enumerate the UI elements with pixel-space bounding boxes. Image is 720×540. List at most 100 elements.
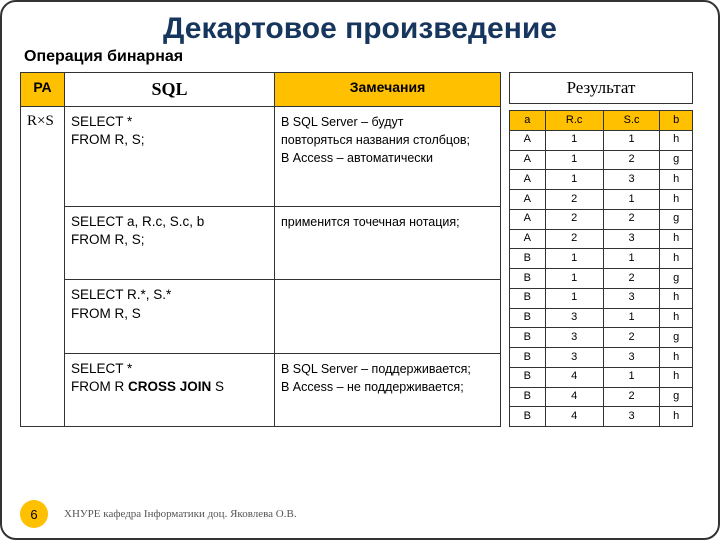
header-ra: РА	[21, 73, 65, 107]
result-cell: h	[660, 249, 693, 269]
result-cell: h	[660, 190, 693, 210]
result-cell: 4	[545, 407, 603, 427]
result-cell: 1	[545, 269, 603, 289]
result-cell: 3	[545, 308, 603, 328]
result-cell: 3	[603, 288, 660, 308]
result-row: A21h	[510, 190, 693, 210]
slide-frame: Декартовое произведение Операция бинарна…	[0, 0, 720, 540]
result-cell: 1	[545, 130, 603, 150]
header-notes: Замечания	[275, 73, 501, 107]
sql-cell: SELECT R.*, S.*FROM R, S	[65, 280, 275, 353]
result-row: A11h	[510, 130, 693, 150]
notes-cell: В SQL Server – поддерживается;В Access –…	[275, 353, 501, 426]
result-cell: B	[510, 348, 546, 368]
result-col-header: S.c	[603, 111, 660, 131]
result-cell: B	[510, 288, 546, 308]
result-cell: 2	[603, 209, 660, 229]
result-row: A22g	[510, 209, 693, 229]
result-cell: A	[510, 150, 546, 170]
result-cell: 2	[545, 209, 603, 229]
result-cell: B	[510, 367, 546, 387]
result-row: B12g	[510, 269, 693, 289]
notes-cell	[275, 280, 501, 353]
result-cell: g	[660, 387, 693, 407]
result-cell: 3	[603, 229, 660, 249]
result-col-header: b	[660, 111, 693, 131]
result-cell: 2	[603, 328, 660, 348]
slide-subtitle: Операция бинарная	[24, 48, 700, 66]
result-cell: 1	[603, 367, 660, 387]
main-table-row: SELECT a, R.c, S.c, bFROM R, S;применитс…	[21, 206, 501, 279]
result-cell: A	[510, 209, 546, 229]
sql-cell: SELECT *FROM R CROSS JOIN S	[65, 353, 275, 426]
content-layout: РА SQL Замечания R×SSELECT *FROM R, S;В …	[20, 72, 700, 427]
result-cell: A	[510, 190, 546, 210]
result-cell: g	[660, 328, 693, 348]
result-row: B11h	[510, 249, 693, 269]
result-table: aR.cS.cb A11hA12gA13hA21hA22gA23hB11hB12…	[509, 110, 693, 427]
notes-cell: применится точечная нотация;	[275, 206, 501, 279]
sql-cell: SELECT *FROM R, S;	[65, 107, 275, 207]
result-cell: 2	[603, 150, 660, 170]
result-col-header: R.c	[545, 111, 603, 131]
result-cell: B	[510, 308, 546, 328]
result-cell: h	[660, 229, 693, 249]
result-cell: h	[660, 348, 693, 368]
result-cell: 1	[603, 308, 660, 328]
result-cell: h	[660, 407, 693, 427]
result-row: A12g	[510, 150, 693, 170]
result-cell: 4	[545, 387, 603, 407]
result-cell: 3	[603, 348, 660, 368]
result-header-row: aR.cS.cb	[510, 111, 693, 131]
result-cell: h	[660, 170, 693, 190]
result-cell: 2	[545, 229, 603, 249]
right-column: Результат aR.cS.cb A11hA12gA13hA21hA22gA…	[509, 72, 693, 427]
main-table-row: R×SSELECT *FROM R, S;В SQL Server – буду…	[21, 107, 501, 207]
notes-cell: В SQL Server – будутповторяться названия…	[275, 107, 501, 207]
result-cell: B	[510, 328, 546, 348]
result-cell: 1	[603, 130, 660, 150]
result-row: A13h	[510, 170, 693, 190]
result-row: A23h	[510, 229, 693, 249]
result-row: B41h	[510, 367, 693, 387]
result-cell: 1	[603, 249, 660, 269]
result-cell: 2	[545, 190, 603, 210]
result-cell: 1	[603, 190, 660, 210]
result-cell: 3	[545, 328, 603, 348]
result-row: B33h	[510, 348, 693, 368]
result-row: B32g	[510, 328, 693, 348]
result-row: B43h	[510, 407, 693, 427]
result-cell: 1	[545, 249, 603, 269]
slide-title: Декартовое произведение	[20, 12, 700, 46]
result-cell: 2	[603, 269, 660, 289]
header-sql: SQL	[65, 73, 275, 107]
result-cell: h	[660, 367, 693, 387]
result-cell: A	[510, 229, 546, 249]
result-cell: h	[660, 130, 693, 150]
result-cell: 4	[545, 367, 603, 387]
main-table-header-row: РА SQL Замечания	[21, 73, 501, 107]
result-cell: h	[660, 288, 693, 308]
result-col-header: a	[510, 111, 546, 131]
sql-cell: SELECT a, R.c, S.c, bFROM R, S;	[65, 206, 275, 279]
result-row: B31h	[510, 308, 693, 328]
footer: 6 ХНУРЕ кафедра Інформатики доц. Яковлев…	[20, 500, 297, 528]
result-cell: B	[510, 387, 546, 407]
result-cell: B	[510, 269, 546, 289]
result-cell: B	[510, 249, 546, 269]
result-cell: h	[660, 308, 693, 328]
result-row: B42g	[510, 387, 693, 407]
result-cell: 1	[545, 170, 603, 190]
result-cell: B	[510, 407, 546, 427]
main-table-row: SELECT *FROM R CROSS JOIN SВ SQL Server …	[21, 353, 501, 426]
result-cell: 1	[545, 288, 603, 308]
result-cell: A	[510, 130, 546, 150]
result-cell: 3	[603, 407, 660, 427]
result-row: B13h	[510, 288, 693, 308]
result-cell: g	[660, 150, 693, 170]
main-table-row: SELECT R.*, S.*FROM R, S	[21, 280, 501, 353]
page-number: 6	[20, 500, 48, 528]
result-cell: 3	[603, 170, 660, 190]
main-table: РА SQL Замечания R×SSELECT *FROM R, S;В …	[20, 72, 501, 427]
result-cell: A	[510, 170, 546, 190]
